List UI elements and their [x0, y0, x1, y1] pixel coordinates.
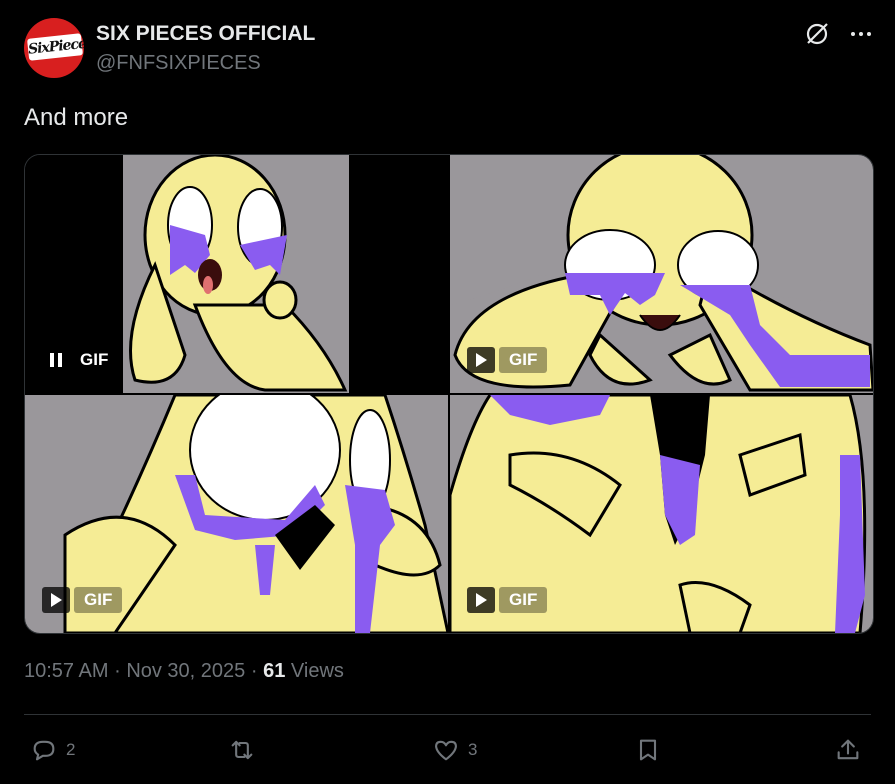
display-name[interactable]: SIX PIECES OFFICIAL [96, 22, 315, 46]
gif-1-label: GIF [80, 350, 109, 369]
tweet-time[interactable]: 10:57 AM [24, 660, 109, 682]
tweet-meta: 10:57 AM · Nov 30, 2025 · 61 Views [24, 660, 344, 683]
avatar[interactable]: SixPieces [24, 18, 84, 78]
bookmark-button[interactable] [634, 732, 662, 768]
reply-icon [33, 740, 55, 761]
gif-2-control[interactable]: GIF [467, 347, 548, 373]
handle[interactable]: @FNFSIXPIECES [96, 52, 261, 75]
play-icon[interactable] [467, 587, 495, 613]
play-icon[interactable] [467, 347, 495, 373]
like-count: 3 [468, 740, 478, 759]
gif-1[interactable]: GIF [25, 155, 448, 393]
meta-separator: · [114, 660, 121, 682]
media-grid: GIF GIF GIF GIF [24, 154, 874, 634]
gif-3[interactable]: GIF [25, 395, 448, 633]
divider [24, 714, 871, 715]
views-count: 61 [263, 660, 286, 682]
gif-3-control[interactable]: GIF [42, 587, 123, 613]
tweet-date[interactable]: Nov 30, 2025 [126, 660, 245, 682]
share-icon [837, 739, 859, 760]
gif-3-label: GIF [74, 587, 123, 613]
share-button[interactable] [834, 732, 862, 768]
like-icon [435, 740, 457, 761]
reply-button[interactable]: 2 [30, 732, 75, 768]
repost-icon [231, 740, 253, 760]
gif-4[interactable]: GIF [450, 395, 873, 633]
avatar-logo: SixPieces [26, 33, 84, 61]
grok-icon[interactable] [803, 20, 831, 48]
reply-count: 2 [66, 740, 76, 759]
more-icon[interactable] [847, 20, 875, 48]
gif-1-control[interactable]: GIF [42, 347, 114, 373]
meta-separator: · [250, 660, 258, 682]
play-icon[interactable] [42, 587, 70, 613]
tweet-header: SixPieces SIX PIECES OFFICIAL @FNFSIXPIE… [24, 18, 875, 78]
views-label: Views [290, 660, 344, 682]
like-button[interactable]: 3 [432, 732, 477, 768]
repost-button[interactable] [228, 732, 264, 768]
gif-2[interactable]: GIF [450, 155, 873, 393]
gif-2-label: GIF [499, 347, 548, 373]
action-bar: 2 3 [24, 732, 871, 768]
bookmark-icon [639, 739, 657, 761]
tweet-text: And more [24, 104, 129, 131]
pause-icon[interactable] [42, 347, 70, 373]
gif-4-control[interactable]: GIF [467, 587, 548, 613]
gif-4-label: GIF [499, 587, 548, 613]
